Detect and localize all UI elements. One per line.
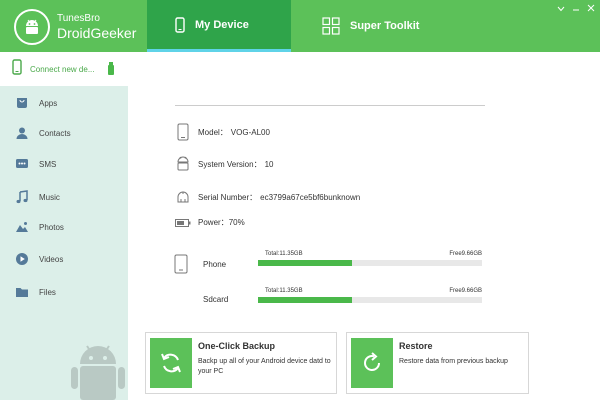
system-version-value: 10 <box>264 159 274 169</box>
close-icon <box>587 0 595 17</box>
app-header: TunesBro DroidGeeker My Device Super Too… <box>0 0 600 52</box>
model-value: VOG-AL00 <box>230 127 270 137</box>
contacts-icon <box>14 125 30 141</box>
sidebar-item-label: Photos <box>39 222 64 232</box>
sdcard-storage-free: Free9.66GB <box>449 288 482 294</box>
restore-title: Restore <box>399 341 433 351</box>
restore-description: Restore data from previous backup <box>399 358 508 365</box>
power-value: 70% <box>228 218 245 227</box>
sidebar-item-apps[interactable]: Apps <box>0 91 128 115</box>
menu-button[interactable] <box>556 3 566 13</box>
files-icon <box>14 284 30 300</box>
sidebar-item-label: Contacts <box>39 128 71 138</box>
brand-name-line1: TunesBro <box>57 13 100 25</box>
phone-storage-total: Total:11.35GB <box>265 251 303 257</box>
power-label: Power： <box>198 218 229 227</box>
sidebar-item-photos[interactable]: Photos <box>0 215 128 239</box>
music-icon <box>14 189 30 205</box>
phone-storage-free: Free9.66GB <box>449 251 482 257</box>
divider <box>175 105 485 106</box>
refresh-icon <box>351 338 393 388</box>
connect-new-device-label: Connect new de... <box>30 64 95 74</box>
sidebar-item-label: Files <box>39 287 56 297</box>
photos-icon <box>14 219 30 235</box>
serial-number-row: Serial Number： ec3799a67ce5bf6bunknown <box>174 191 360 203</box>
phone-storage-bar <box>258 260 482 266</box>
sidebar-item-contacts[interactable]: Contacts <box>0 121 128 145</box>
sidebar-item-videos[interactable]: Videos <box>0 247 128 271</box>
sidebar-item-label: SMS <box>39 159 57 169</box>
usb-icon <box>108 62 114 76</box>
minimize-icon <box>572 0 580 17</box>
tab-my-device-label: My Device <box>195 18 249 31</box>
sdcard-storage-bar <box>258 297 482 303</box>
model-label: Model： <box>198 127 228 137</box>
tab-my-device[interactable]: My Device <box>147 0 291 52</box>
brand: TunesBro DroidGeeker <box>14 7 144 47</box>
apps-icon <box>14 95 30 111</box>
sms-icon <box>14 156 30 172</box>
android-watermark-icon <box>70 340 126 400</box>
sync-icon <box>150 338 192 388</box>
phone-outline-icon <box>174 123 192 141</box>
sdcard-storage-label: Sdcard <box>203 295 229 304</box>
phone-storage-label: Phone <box>203 260 227 269</box>
minimize-button[interactable] <box>571 3 581 13</box>
grid-icon <box>322 17 340 35</box>
sdcard-storage-total: Total:11.35GB <box>265 288 303 294</box>
videos-icon <box>14 251 30 267</box>
sidebar-item-music[interactable]: Music <box>0 185 128 209</box>
phone-icon <box>175 16 185 33</box>
restore-button[interactable]: Restore Restore data from previous backu… <box>346 332 529 394</box>
sidebar-item-label: Videos <box>39 254 64 264</box>
tab-super-toolkit-label: Super Toolkit <box>350 20 420 32</box>
system-version-row: System Version： 10 <box>174 156 273 172</box>
android-logo-icon <box>14 9 50 45</box>
backup-description: Backp up all of your Android device datd… <box>198 358 331 376</box>
brand-name-line2: DroidGeeker <box>57 24 137 41</box>
serial-number-value: ec3799a67ce5bf6bunknown <box>260 192 361 202</box>
android-icon <box>174 156 192 172</box>
tab-super-toolkit[interactable]: Super Toolkit <box>322 0 462 52</box>
one-click-backup-button[interactable]: One-Click Backup Backp up all of your An… <box>145 332 337 394</box>
menu-icon <box>557 0 565 17</box>
sidebar-item-label: Music <box>39 192 60 202</box>
sidebar-item-label: Apps <box>39 98 58 108</box>
system-version-label: System Version： <box>198 159 262 169</box>
phone-icon <box>12 58 22 80</box>
phone-storage-bar-fill <box>258 260 353 266</box>
connect-new-device-button[interactable]: Connect new de... <box>0 52 128 86</box>
backup-title: One-Click Backup <box>198 341 276 351</box>
close-button[interactable] <box>586 3 596 13</box>
sidebar-item-sms[interactable]: SMS <box>0 152 128 176</box>
power-row: Power： 70% <box>174 217 245 228</box>
battery-icon <box>174 218 192 227</box>
sidebar-item-files[interactable]: Files <box>0 280 128 304</box>
serial-number-label: Serial Number： <box>198 192 258 202</box>
usb-cable-icon <box>174 191 192 203</box>
sdcard-storage-bar-fill <box>258 297 353 303</box>
phone-storage-icon <box>174 254 188 279</box>
device-model-row: Model： VOG-AL00 <box>174 123 270 141</box>
